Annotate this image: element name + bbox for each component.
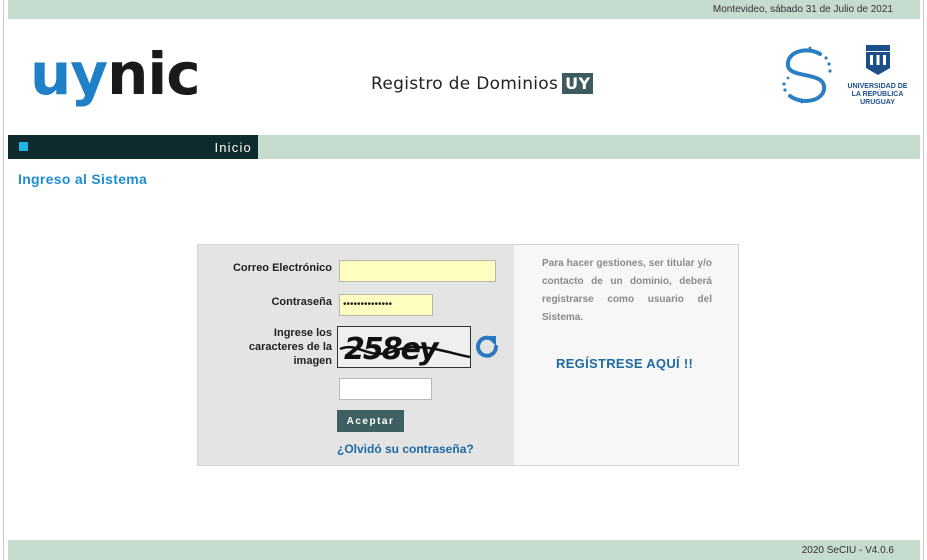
site-title-badge: UY: [562, 73, 594, 94]
partner-logos: UNIVERSIDAD DE LA REPÚBLICA URUGUAY: [780, 44, 910, 106]
password-label: Contraseña: [271, 296, 332, 308]
nav-bar: Inicio: [8, 135, 920, 159]
logo-text-uy: uy: [30, 40, 108, 108]
date-text: Montevideo, sábado 31 de Julio de 2021: [712, 4, 893, 15]
page-title: Ingreso al Sistema: [18, 171, 148, 187]
email-label: Correo Electrónico: [232, 262, 332, 274]
login-form: Correo Electrónico Contraseña ••••••••••…: [198, 245, 514, 465]
password-field[interactable]: ••••••••••••••: [339, 294, 433, 316]
captcha-image: 258ey: [337, 326, 471, 368]
site-title-text: Registro de Dominios: [371, 73, 559, 94]
nav-square-icon: [19, 142, 28, 151]
captcha-label: Ingrese los caracteres de la imagen: [248, 327, 332, 367]
seciu-logo-icon: [782, 46, 832, 104]
nav-item-label: Inicio: [214, 140, 252, 155]
footer-bar: 2020 SeCIU - V4.0.6: [8, 540, 920, 560]
forgot-password-link[interactable]: ¿Olvidó su contraseña?: [337, 442, 474, 456]
refresh-captcha-icon[interactable]: [474, 333, 500, 359]
site-title: Registro de Dominios UY: [371, 73, 594, 94]
email-field[interactable]: [339, 260, 496, 282]
login-panel: Correo Electrónico Contraseña ••••••••••…: [197, 244, 739, 466]
captcha-input[interactable]: [339, 378, 432, 400]
udelar-text: UNIVERSIDAD DE LA REPÚBLICA URUGUAY: [847, 83, 908, 106]
logo-text-nic: nic: [107, 40, 201, 108]
uynic-logo[interactable]: uy nic: [30, 38, 201, 110]
footer-version: 2020 SeCIU - V4.0.6: [801, 544, 894, 556]
udelar-logo: UNIVERSIDAD DE LA REPÚBLICA URUGUAY: [845, 44, 910, 107]
accept-button[interactable]: Aceptar: [337, 410, 404, 432]
top-date-bar: Montevideo, sábado 31 de Julio de 2021: [8, 0, 920, 19]
register-link[interactable]: REGÍSTRESE AQUÍ !!: [556, 356, 693, 371]
udelar-shield-icon: [865, 45, 890, 75]
nav-item-inicio[interactable]: Inicio: [8, 135, 258, 159]
register-info-text: Para hacer gestiones, ser titular y/o co…: [542, 258, 712, 323]
